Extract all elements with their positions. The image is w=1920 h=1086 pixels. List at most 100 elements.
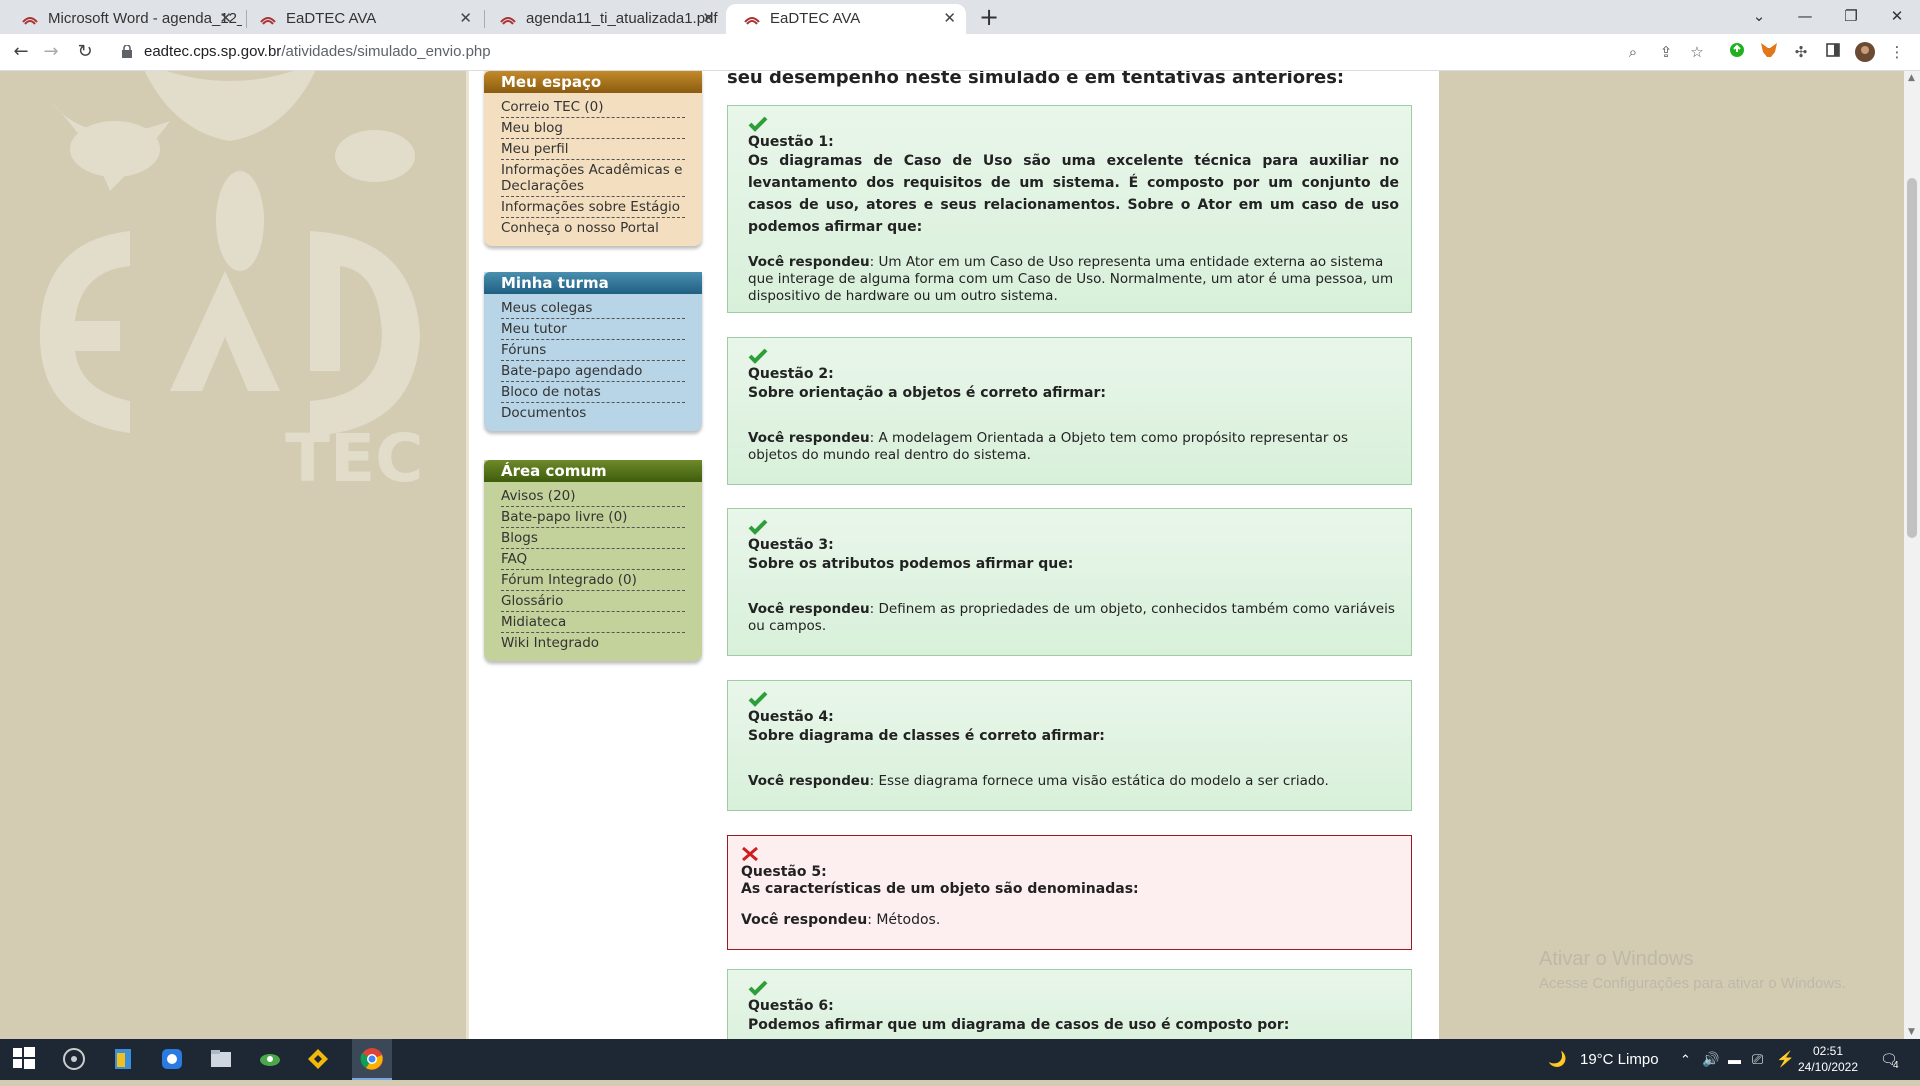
- x-icon: [741, 846, 1399, 862]
- question-number: Questão 2:: [748, 366, 834, 382]
- tray-app-icon[interactable]: ▬: [1728, 1039, 1741, 1080]
- metamask-fox-icon[interactable]: [1759, 42, 1779, 62]
- browser-tab[interactable]: Microsoft Word - agenda_12_um ✕: [4, 4, 242, 34]
- page-scrollbar[interactable]: ▲ ▼: [1904, 71, 1920, 1039]
- close-tab-icon[interactable]: ✕: [459, 4, 472, 34]
- menu-item-bloco-de-notas[interactable]: Bloco de notas: [501, 382, 685, 403]
- taskbar-clock[interactable]: 02:51 24/10/2022: [1796, 1043, 1860, 1075]
- question-number: Questão 4:: [748, 709, 834, 725]
- extensions-puzzle-icon[interactable]: ✣: [1791, 42, 1811, 62]
- forward-icon[interactable]: →: [36, 34, 66, 70]
- menu-item-faq[interactable]: FAQ: [501, 549, 685, 570]
- eadtec-logo-watermark: TEC: [40, 71, 424, 491]
- menu-meu-espaco: Meu espaço Correio TEC (0) Meu blog Meu …: [484, 71, 702, 246]
- answer-prefix: Você respondeu: [748, 601, 870, 617]
- menu-area-comum: Área comum Avisos (20) Bate-papo livre (…: [484, 460, 702, 661]
- scroll-down-icon[interactable]: ▼: [1908, 1027, 1915, 1037]
- game-app-icon[interactable]: [258, 1047, 284, 1073]
- check-icon: [748, 348, 1399, 364]
- zoom-icon[interactable]: ⌕: [1623, 42, 1643, 62]
- question-card-correct: Questão 3: Sobre os atributos podemos af…: [727, 508, 1412, 656]
- browser-tab[interactable]: agenda11_ti_atualizada1.pdf ✕: [482, 4, 725, 34]
- close-window-button[interactable]: ✕: [1874, 0, 1920, 34]
- file-explorer-icon[interactable]: [209, 1047, 235, 1073]
- file-app-icon[interactable]: [111, 1047, 137, 1073]
- menu-item-forum-integrado[interactable]: Fórum Integrado (0): [501, 570, 685, 591]
- network-icon[interactable]: ⎚: [1752, 1039, 1763, 1080]
- menu-item-foruns[interactable]: Fóruns: [501, 340, 685, 361]
- menu-item-wiki[interactable]: Wiki Integrado: [501, 633, 685, 653]
- obs-icon[interactable]: [62, 1047, 88, 1073]
- question-number: Questão 6:: [748, 998, 834, 1014]
- minimize-button[interactable]: —: [1782, 0, 1828, 34]
- browser-tab-active[interactable]: EaDTEC AVA ✕: [726, 4, 966, 34]
- menu-item-informacoes-academicas[interactable]: Informações Acadêmicas e Declarações: [501, 160, 685, 197]
- menu-item-tutor[interactable]: Meu tutor: [501, 319, 685, 340]
- menu-item-meu-blog[interactable]: Meu blog: [501, 118, 685, 139]
- check-icon: [748, 519, 1399, 535]
- tab-search-icon[interactable]: ⌄: [1736, 0, 1782, 34]
- clock-time: 02:51: [1812, 1044, 1844, 1058]
- answer-value: : Métodos.: [867, 912, 941, 928]
- browser-menu-icon[interactable]: ⋮: [1887, 42, 1907, 62]
- menu-minha-turma: Minha turma Meus colegas Meu tutor Fórun…: [484, 272, 702, 431]
- eadtec-favicon-icon: [500, 17, 516, 25]
- menu-item-glossario[interactable]: Glossário: [501, 591, 685, 612]
- url-path: /atividades/simulado_envio.php: [281, 43, 491, 60]
- back-icon[interactable]: ←: [6, 34, 36, 70]
- question-card-correct: Questão 6: Podemos afirmar que um diagra…: [727, 969, 1412, 1039]
- menu-item-portal[interactable]: Conheça o nosso Portal: [501, 218, 685, 238]
- binance-icon[interactable]: [306, 1047, 332, 1073]
- new-tab-button[interactable]: +: [975, 3, 1003, 31]
- windows-start-icon[interactable]: [13, 1047, 39, 1073]
- extension-green-icon[interactable]: [1727, 42, 1747, 62]
- reload-icon[interactable]: ↻: [70, 34, 100, 70]
- question-text: Sobre os atributos podemos afirmar que:: [748, 556, 1074, 572]
- check-icon: [748, 980, 1399, 996]
- check-icon: [748, 691, 1399, 707]
- address-bar[interactable]: eadtec.cps.sp.gov.br/atividades/simulado…: [112, 37, 1712, 67]
- share-icon[interactable]: ⇪: [1656, 42, 1676, 62]
- windows-taskbar: 🌙 19°C Limpo ⌃ 🔊 ▬ ⎚ ⚡ 02:51 24/10/2022 …: [0, 1039, 1920, 1080]
- answer-text: Você respondeu: Um Ator em um Caso de Us…: [748, 254, 1399, 305]
- answer-prefix: Você respondeu: [748, 773, 870, 789]
- browser-tab[interactable]: EaDTEC AVA ✕: [242, 4, 482, 34]
- menu-title: Meu espaço: [484, 71, 702, 93]
- question-number: Questão 1:: [748, 134, 834, 150]
- scrollbar-thumb[interactable]: [1907, 178, 1917, 538]
- menu-item-bate-papo-agendado[interactable]: Bate-papo agendado: [501, 361, 685, 382]
- answer-value: : Esse diagrama fornece uma visão estáti…: [869, 773, 1329, 789]
- question-text: Os diagramas de Caso de Uso são uma exce…: [748, 153, 1399, 235]
- tray-chevron-icon[interactable]: ⌃: [1680, 1039, 1691, 1080]
- power-icon[interactable]: ⚡: [1776, 1039, 1795, 1080]
- menu-item-avisos[interactable]: Avisos (20): [501, 486, 685, 507]
- menu-item-meu-perfil[interactable]: Meu perfil: [501, 139, 685, 160]
- profile-avatar[interactable]: [1855, 42, 1875, 62]
- side-panel-icon[interactable]: [1823, 42, 1843, 62]
- menu-item-blogs[interactable]: Blogs: [501, 528, 685, 549]
- menu-item-documentos[interactable]: Documentos: [501, 403, 685, 423]
- close-tab-icon[interactable]: ✕: [943, 4, 956, 34]
- eadtec-favicon-icon: [260, 17, 276, 25]
- weather-icon[interactable]: 🌙: [1548, 1039, 1567, 1080]
- windows-activation-subtitle: Acesse Configurações para ativar o Windo…: [1539, 975, 1846, 992]
- menu-item-estagio[interactable]: Informações sobre Estágio: [501, 197, 685, 218]
- bookmark-star-icon[interactable]: ☆: [1687, 42, 1707, 62]
- question-number: Questão 5:: [741, 864, 827, 880]
- lock-icon[interactable]: [122, 45, 132, 58]
- question-text: Sobre diagrama de classes é correto afir…: [748, 728, 1105, 744]
- menu-item-correio[interactable]: Correio TEC (0): [501, 97, 685, 118]
- answer-text: Você respondeu: A modelagem Orientada a …: [748, 430, 1399, 464]
- menu-item-midiateca[interactable]: Midiateca: [501, 612, 685, 633]
- restore-button[interactable]: ❐: [1828, 0, 1874, 34]
- app-blue-icon[interactable]: [160, 1047, 186, 1073]
- weather-text[interactable]: 19°C Limpo: [1580, 1039, 1659, 1080]
- scroll-up-icon[interactable]: ▲: [1908, 73, 1915, 83]
- page-content: TEC Meu espaço Correio TEC (0) Meu blog …: [0, 71, 1904, 1039]
- menu-item-colegas[interactable]: Meus colegas: [501, 298, 685, 319]
- menu-item-bate-papo-livre[interactable]: Bate-papo livre (0): [501, 507, 685, 528]
- chrome-taskbar-icon[interactable]: [352, 1039, 392, 1080]
- close-tab-icon[interactable]: ✕: [702, 4, 715, 34]
- close-tab-icon[interactable]: ✕: [219, 4, 232, 34]
- volume-icon[interactable]: 🔊: [1702, 1039, 1719, 1080]
